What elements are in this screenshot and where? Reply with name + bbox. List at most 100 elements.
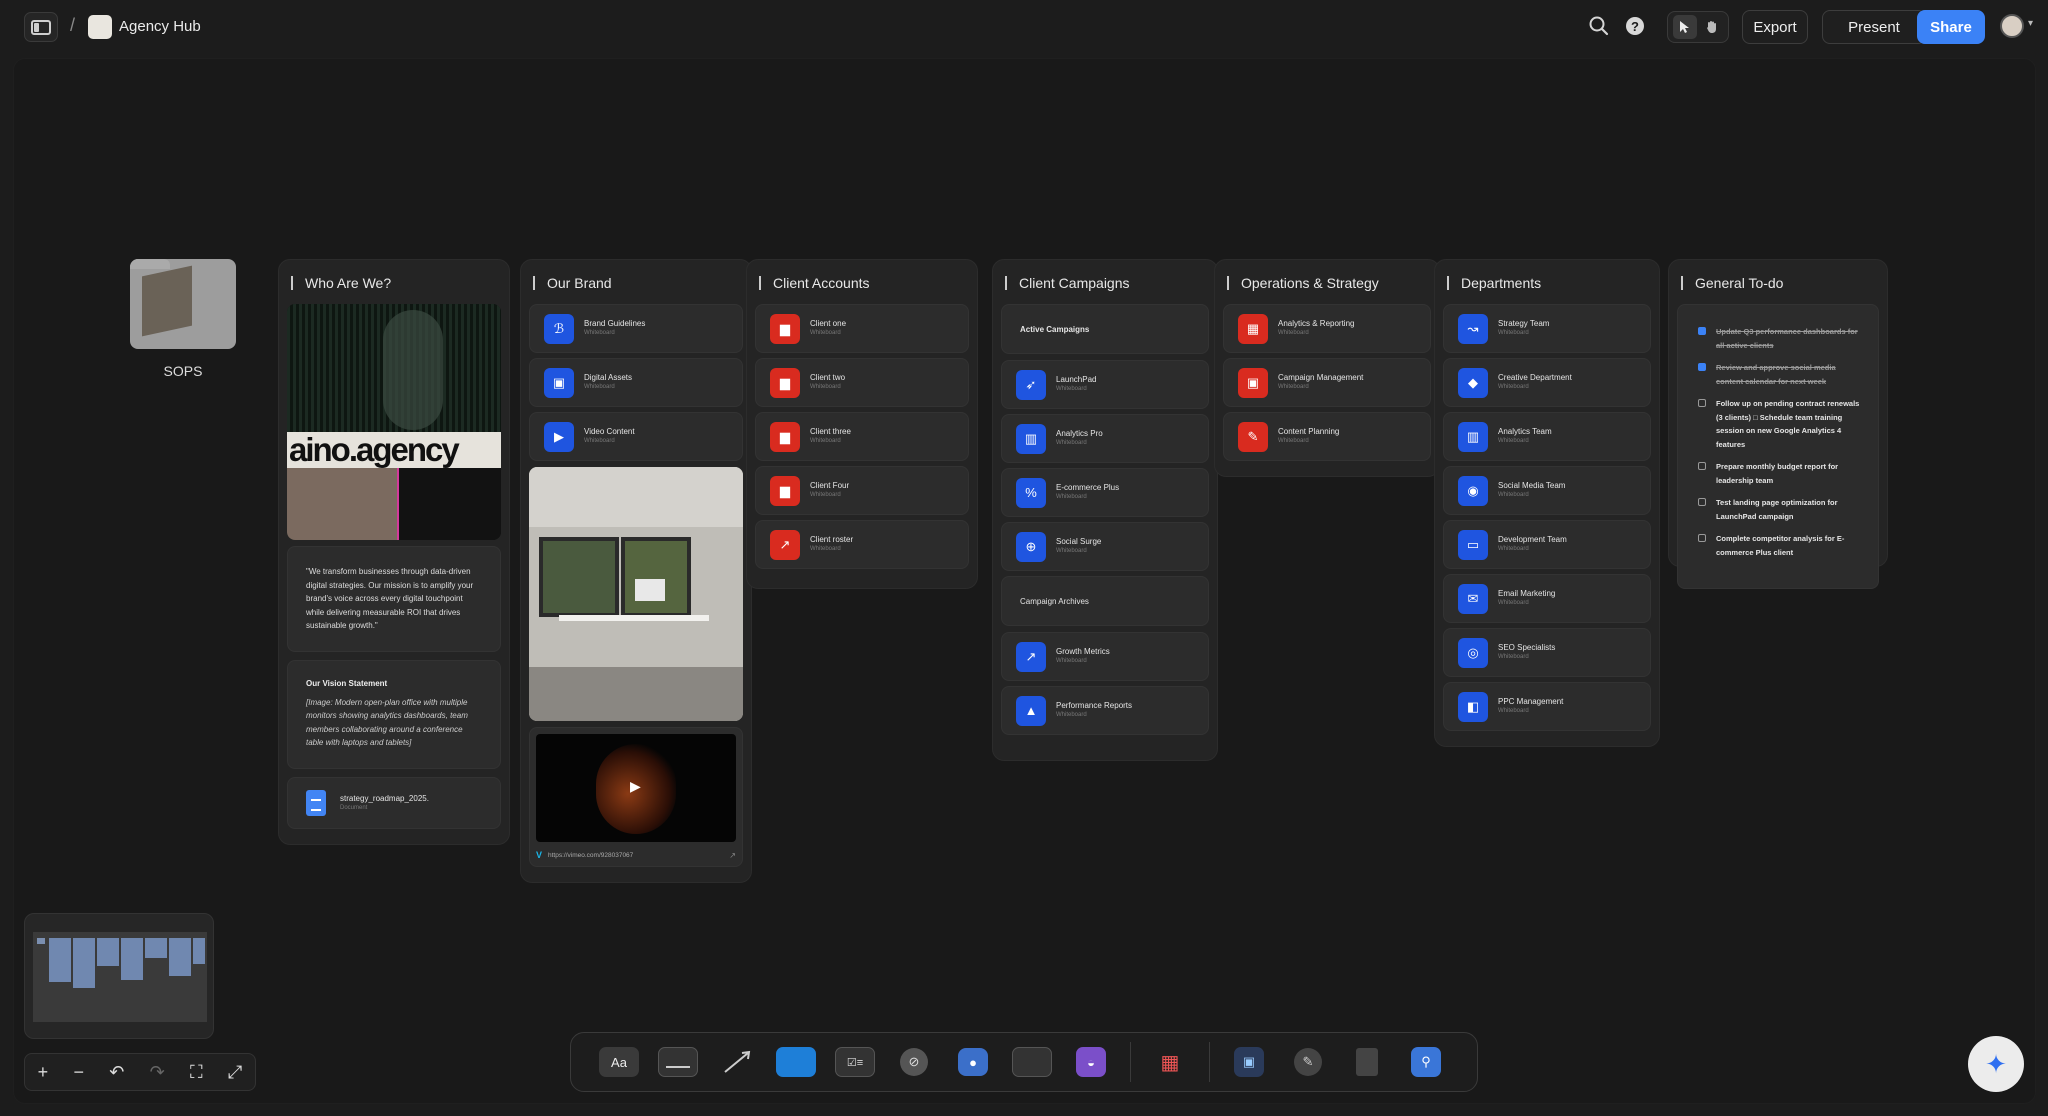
page-title[interactable]: Agency Hub [119, 18, 201, 35]
board-tool-icon[interactable]: ▣ [1229, 1047, 1269, 1077]
column-who-are-we[interactable]: Who Are We? aino.agency "We transform bu… [278, 259, 510, 845]
chevron-down-icon[interactable]: ▾ [2028, 18, 2033, 29]
file-tool-icon[interactable] [1347, 1047, 1387, 1077]
content-planning-icon: ✎ [1238, 421, 1268, 452]
apps-grid-icon[interactable]: ▦ [1150, 1047, 1190, 1077]
pointer-tool-icon[interactable] [1672, 15, 1697, 39]
column-client-accounts[interactable]: Client Accounts ▆ Client one Whiteboard ▆ C… [746, 259, 978, 589]
list-item[interactable]: ↝ Strategy Team Whiteboard [1443, 304, 1651, 353]
fit-to-screen-icon[interactable]: ⛶ [190, 1062, 203, 1083]
list-item[interactable]: ▆ Client one Whiteboard [755, 304, 969, 353]
minimap[interactable] [24, 913, 214, 1039]
avatar[interactable] [2000, 14, 2024, 38]
zoom-in-icon[interactable]: + [38, 1062, 49, 1083]
share-button[interactable]: Share [1917, 10, 1985, 44]
column-departments[interactable]: Departments ↝ Strategy Team Whiteboard ◆ Cr… [1434, 259, 1660, 747]
redo-icon[interactable]: ↷ [150, 1062, 165, 1083]
todo-item[interactable]: Follow up on pending contract renewals (… [1698, 397, 1864, 451]
play-icon[interactable]: ▶ [630, 778, 641, 795]
list-item[interactable]: ◉ Social Media Team Whiteboard [1443, 466, 1651, 515]
fullscreen-icon[interactable]: ⤢ [228, 1062, 242, 1083]
ai-assistant-sparkle-icon[interactable]: ✦ [1968, 1036, 2024, 1092]
checkbox[interactable] [1698, 363, 1706, 371]
help-icon[interactable]: ? [1626, 17, 1644, 35]
list-item[interactable]: ▭ Development Team Whiteboard [1443, 520, 1651, 569]
analytics-icon: ▦ [1238, 313, 1268, 344]
checkbox[interactable] [1698, 534, 1706, 542]
checkbox[interactable] [1698, 498, 1706, 506]
list-item[interactable]: ✉ Email Marketing Whiteboard [1443, 574, 1651, 623]
search-icon[interactable] [1588, 15, 1610, 37]
list-item[interactable]: ▦ Analytics & Reporting Whiteboard [1223, 304, 1431, 353]
video-content-icon: ▶ [544, 421, 574, 452]
vision-card[interactable]: Our Vision Statement [Image: Modern open… [287, 659, 501, 769]
column-operations-strategy[interactable]: Operations & Strategy ▦ Analytics & Repor… [1214, 259, 1440, 477]
zoom-controls: + − ↶ ↷ ⛶ ⤢ [24, 1053, 256, 1091]
list-item[interactable]: ◎ SEO Specialists Whiteboard [1443, 628, 1651, 677]
comment-tool-icon[interactable]: ● [953, 1047, 993, 1077]
sidebar-toggle-button[interactable] [24, 12, 58, 42]
hand-tool-icon[interactable] [1700, 15, 1724, 39]
list-item[interactable]: ◧ PPC Management Whiteboard [1443, 682, 1651, 731]
list-item[interactable]: ▥ Analytics Team Whiteboard [1443, 412, 1651, 461]
office-photo[interactable] [529, 467, 743, 721]
zoom-out-icon[interactable]: − [73, 1062, 84, 1083]
plus-circle-icon: ⊕ [1016, 531, 1046, 562]
column-title: Client Accounts [773, 275, 870, 291]
arrow-tool-icon[interactable] [717, 1047, 757, 1077]
section-campaign-archives[interactable]: Campaign Archives [1001, 576, 1209, 626]
export-button[interactable]: Export [1742, 10, 1808, 44]
list-item[interactable]: % E-commerce Plus Whiteboard [1001, 468, 1209, 517]
column-client-campaigns[interactable]: Client Campaigns Active Campaigns ➶ Launc… [992, 259, 1218, 761]
list-item[interactable]: ↗ Growth Metrics Whiteboard [1001, 632, 1209, 681]
list-item[interactable]: ➶ LaunchPad Whiteboard [1001, 360, 1209, 409]
list-item[interactable]: ▆ Client Four Whiteboard [755, 466, 969, 515]
search-board-icon[interactable]: ⚲ [1406, 1047, 1446, 1077]
list-item[interactable]: ◆ Creative Department Whiteboard [1443, 358, 1651, 407]
agency-image-card[interactable]: aino.agency [287, 304, 501, 540]
table-tool-icon[interactable] [1012, 1047, 1052, 1077]
draw-tool-icon[interactable]: ✎ [1288, 1047, 1328, 1077]
board-canvas[interactable]: SOPS Who Are We? aino.agency "We transfo… [13, 58, 2036, 1104]
document-card[interactable]: strategy_roadmap_2025. Document [287, 776, 501, 829]
list-item[interactable]: ▆ Client two Whiteboard [755, 358, 969, 407]
note-tool-icon[interactable] [658, 1047, 698, 1077]
undo-icon[interactable]: ↶ [109, 1062, 124, 1083]
list-item[interactable]: ✎ Content Planning Whiteboard [1223, 412, 1431, 461]
list-item[interactable]: ↗ Client roster Whiteboard [755, 520, 969, 569]
list-item[interactable]: ▲ Performance Reports Whiteboard [1001, 686, 1209, 735]
list-item[interactable]: ▣ Campaign Management Whiteboard [1223, 358, 1431, 407]
link-icon[interactable]: ↗ [729, 851, 736, 860]
video-url[interactable]: https://vimeo.com/928037067 [548, 852, 729, 859]
video-embed-card[interactable]: ▶ V https://vimeo.com/928037067 ↗ [529, 727, 743, 867]
image-tool-icon[interactable]: ◒ [1071, 1047, 1111, 1077]
vimeo-icon: V [536, 850, 543, 860]
checkbox[interactable] [1698, 399, 1706, 407]
checkbox[interactable] [1698, 462, 1706, 470]
column-our-brand[interactable]: Our Brand ℬ Brand Guidelines Whiteboard ▣ D… [520, 259, 752, 883]
todo-item[interactable]: Update Q3 performance dashboards for all… [1698, 325, 1864, 352]
section-active-campaigns[interactable]: Active Campaigns [1001, 304, 1209, 354]
column-general-todo[interactable]: General To-do Update Q3 performance dash… [1668, 259, 1888, 589]
list-item[interactable]: ▶ Video Content Whiteboard [529, 412, 743, 461]
list-item[interactable]: ▥ Analytics Pro Whiteboard [1001, 414, 1209, 463]
strategy-icon: ↝ [1458, 313, 1488, 344]
checkbox[interactable] [1698, 327, 1706, 335]
present-button[interactable]: Present [1822, 10, 1926, 44]
todo-item[interactable]: Test landing page optimization for Launc… [1698, 496, 1864, 523]
workspace-icon[interactable] [88, 15, 112, 39]
link-tool-icon[interactable]: ⊘ [894, 1047, 934, 1077]
agency-wordmark: aino.agency [287, 432, 501, 468]
list-item[interactable]: ⊕ Social Surge Whiteboard [1001, 522, 1209, 571]
interaction-mode-toggle [1667, 11, 1729, 43]
folder-tool-icon[interactable] [776, 1047, 816, 1077]
checklist-tool-icon[interactable]: ☑≡ [835, 1047, 875, 1077]
todo-item[interactable]: Complete competitor analysis for E-comme… [1698, 532, 1864, 559]
todo-item[interactable]: Prepare monthly budget report for leader… [1698, 460, 1864, 487]
list-item[interactable]: ℬ Brand Guidelines Whiteboard [529, 304, 743, 353]
list-item[interactable]: ▣ Digital Assets Whiteboard [529, 358, 743, 407]
list-item[interactable]: ▆ Client three Whiteboard [755, 412, 969, 461]
sops-folder[interactable]: SOPS [130, 259, 240, 379]
todo-item[interactable]: Review and approve social media content … [1698, 361, 1864, 388]
text-tool-button[interactable]: Aa [599, 1047, 639, 1077]
